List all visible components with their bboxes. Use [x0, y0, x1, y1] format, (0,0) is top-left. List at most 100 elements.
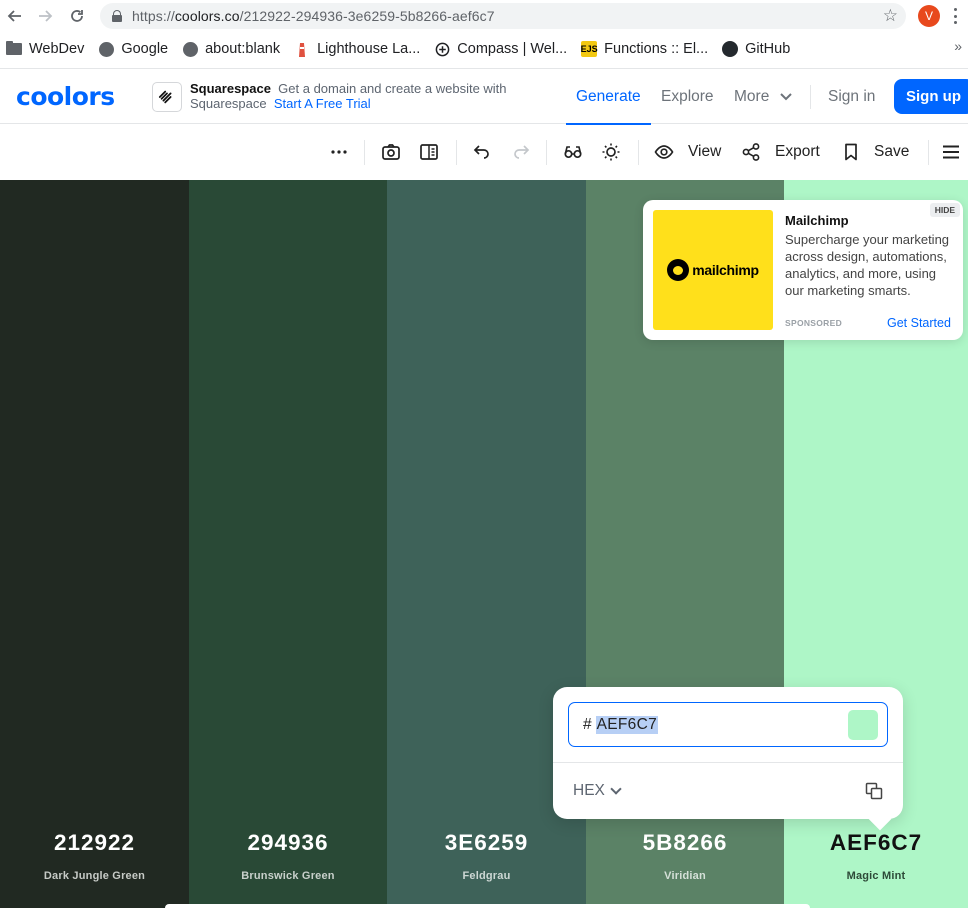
bookmarks-overflow-icon[interactable]: » [954, 38, 962, 54]
bookmark-label: Functions :: El... [604, 41, 709, 57]
bookmarks-bar: WebDev Google about:blank Lighthouse La.… [0, 36, 968, 62]
hide-ad-button[interactable]: HIDE [929, 203, 960, 217]
divider [553, 762, 903, 763]
hex-input[interactable]: # AEF6C7 [568, 702, 888, 747]
sponsor-text: Get a domain and create a website with [278, 81, 507, 96]
undo-icon[interactable] [471, 141, 493, 163]
browser-menu-icon[interactable] [952, 6, 958, 26]
hamburger-menu-icon[interactable] [940, 141, 962, 163]
color-picker-popover: # AEF6C7 HEX [553, 687, 903, 819]
hex-input-value[interactable]: AEF6C7 [595, 715, 659, 734]
globe-icon [182, 41, 198, 57]
copy-icon[interactable] [865, 782, 883, 800]
bookmark-label: Google [121, 41, 169, 57]
hash-prefix: # [583, 715, 592, 733]
profile-avatar[interactable]: V [918, 5, 940, 27]
side-panel-icon[interactable] [418, 141, 440, 163]
color-swatch[interactable]: 294936 Brunswick Green [189, 180, 387, 908]
bookmark-label: about:blank [205, 41, 281, 57]
profile-initial: V [924, 9, 933, 23]
sponsor-cta-link[interactable]: Start A Free Trial [274, 96, 371, 111]
bookmark-label: Lighthouse La... [317, 41, 421, 57]
mailchimp-freddie-icon [667, 259, 690, 281]
sign-in-link[interactable]: Sign in [828, 88, 875, 106]
back-button[interactable] [0, 0, 30, 32]
bookmark-icon[interactable] [840, 141, 862, 163]
site-header: coolors Squarespace Get a domain and cre… [0, 68, 968, 125]
bottom-panel-edge [165, 904, 810, 908]
divider [928, 140, 929, 165]
forward-button[interactable] [30, 0, 60, 32]
sponsor-text-2: Squarespace [190, 96, 267, 111]
swatch-hex[interactable]: AEF6C7 [784, 830, 968, 856]
color-mode-select[interactable]: HEX [573, 782, 622, 800]
swatch-name[interactable]: Viridian [586, 870, 784, 882]
arrow-right-icon [39, 10, 53, 22]
address-bar[interactable]: https://coolors.co/212922-294936-3e6259-… [100, 3, 906, 29]
sign-up-button[interactable]: Sign up [894, 79, 968, 114]
nav-more-label: More [734, 88, 770, 105]
swatch-hex[interactable]: 3E6259 [387, 830, 586, 856]
ejs-icon: EJS [581, 41, 598, 57]
glasses-icon[interactable] [562, 141, 584, 163]
nav-explore[interactable]: Explore [661, 88, 714, 106]
bookmark-label: WebDev [29, 41, 85, 57]
folder-icon [6, 41, 22, 57]
swatch-name[interactable]: Feldgrau [387, 870, 586, 882]
bookmark-github[interactable]: GitHub [722, 41, 790, 57]
redo-icon[interactable] [510, 141, 532, 163]
bookmark-compass[interactable]: Compass | Wel... [434, 41, 567, 57]
ad-title[interactable]: Mailchimp [785, 213, 849, 228]
color-swatch[interactable]: 212922 Dark Jungle Green [0, 180, 189, 908]
bookmark-lighthouse[interactable]: Lighthouse La... [294, 41, 420, 57]
swatch-name[interactable]: Brunswick Green [189, 870, 387, 882]
sun-icon[interactable] [600, 141, 622, 163]
divider [546, 140, 547, 165]
get-started-link[interactable]: Get Started [887, 316, 951, 330]
swatch-name[interactable]: Magic Mint [784, 870, 968, 882]
lighthouse-icon [294, 41, 310, 57]
bookmark-star-icon[interactable]: ☆ [883, 6, 898, 26]
swatch-hex[interactable]: 294936 [189, 830, 387, 856]
divider [456, 140, 457, 165]
more-options-icon[interactable] [328, 141, 350, 163]
sponsored-ad-card[interactable]: mailchimp Mailchimp Supercharge your mar… [643, 200, 963, 340]
reload-button[interactable] [62, 0, 92, 32]
save-button[interactable]: Save [874, 143, 909, 161]
bookmark-label: GitHub [745, 41, 791, 57]
nav-more[interactable]: More [734, 88, 792, 106]
divider [364, 140, 365, 165]
export-button[interactable]: Export [775, 143, 820, 161]
sponsor-name: Squarespace [190, 81, 271, 96]
compass-icon [434, 41, 450, 57]
eye-icon[interactable] [653, 141, 675, 163]
view-button[interactable]: View [688, 143, 721, 161]
color-preview-chip[interactable] [848, 710, 878, 740]
sponsored-label: SPONSORED [785, 318, 843, 328]
lock-icon [112, 10, 122, 22]
swatch-name[interactable]: Dark Jungle Green [0, 870, 189, 882]
nav-generate[interactable]: Generate [576, 88, 641, 106]
bookmark-about-blank[interactable]: about:blank [182, 41, 280, 57]
github-icon [722, 41, 739, 57]
camera-icon[interactable] [380, 141, 402, 163]
divider [638, 140, 639, 165]
bookmark-ejs[interactable]: EJS Functions :: El... [581, 41, 708, 57]
share-icon[interactable] [740, 141, 762, 163]
color-mode-label: HEX [573, 782, 605, 799]
ad-body: Supercharge your marketing across design… [785, 232, 950, 298]
mailchimp-logo[interactable]: mailchimp [653, 210, 773, 330]
swatch-hex[interactable]: 5B8266 [586, 830, 784, 856]
bookmark-google[interactable]: Google [98, 41, 168, 57]
chevron-down-icon [779, 93, 792, 101]
squarespace-logo-icon[interactable] [152, 82, 182, 112]
bookmark-webdev[interactable]: WebDev [6, 41, 84, 57]
reload-icon [71, 10, 83, 22]
squarespace-ad-text: Squarespace Get a domain and create a we… [190, 81, 507, 111]
swatch-hex[interactable]: 212922 [0, 830, 189, 856]
browser-toolbar: https://coolors.co/212922-294936-3e6259-… [0, 0, 968, 32]
coolors-logo[interactable]: coolors [16, 82, 115, 111]
chevron-down-icon [610, 783, 622, 795]
arrow-left-icon [7, 10, 21, 22]
bookmark-label: Compass | Wel... [457, 41, 568, 57]
